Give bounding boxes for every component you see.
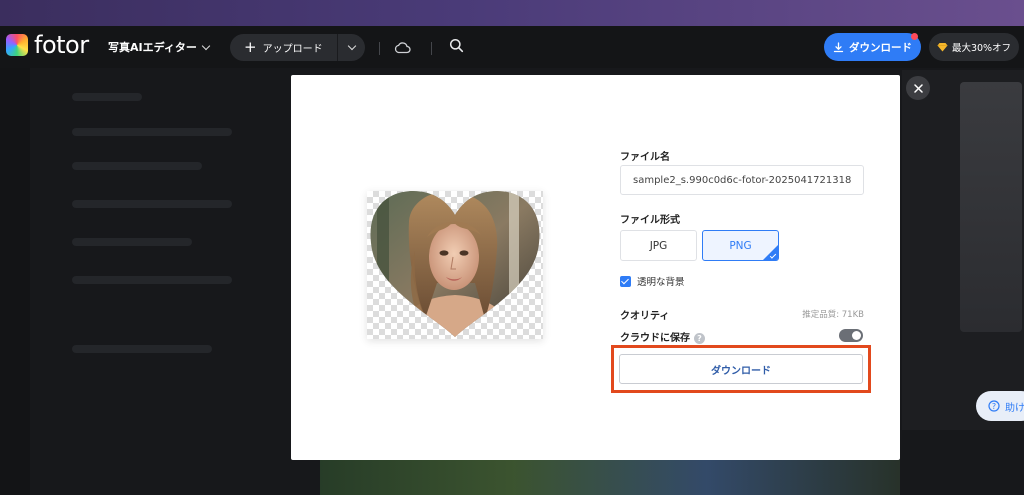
cloud-save-label: クラウドに保存 (620, 333, 690, 344)
heart-cropped-photo (370, 191, 540, 337)
header-download-label: ダウンロード (849, 41, 912, 54)
chevron-down-icon (201, 41, 211, 50)
filename-label: ファイル名 (620, 152, 670, 163)
upload-main[interactable]: + アップロード (230, 34, 338, 61)
transparent-background-option[interactable]: 透明な背景 (620, 274, 685, 288)
blurred-panel-row (72, 345, 212, 353)
format-option-png-label: PNG (729, 239, 752, 252)
download-icon (833, 41, 844, 52)
editor-sidebar (0, 68, 30, 495)
format-label: ファイル形式 (620, 215, 680, 226)
canvas-bottom-strip (320, 460, 900, 495)
header-download-button[interactable]: ダウンロード (824, 33, 921, 61)
promo-button[interactable]: 最大30%オフ (929, 33, 1019, 61)
browser-top-strip (0, 0, 1024, 26)
help-circle-icon[interactable]: ? (694, 332, 705, 344)
upload-button[interactable]: + アップロード (230, 34, 365, 61)
fotor-logo-icon (6, 34, 28, 56)
upload-label: アップロード (262, 44, 323, 55)
blurred-panel-row (72, 162, 202, 170)
toggle-knob (852, 331, 861, 340)
notification-dot (911, 33, 918, 40)
download-modal: ファイル名 ファイル形式 JPG PNG 透明な背景 クオリティ 推定品質: 7… (291, 75, 900, 460)
logo-text: fotor (34, 31, 89, 59)
help-button[interactable]: ? 助け (976, 391, 1024, 421)
format-option-jpg[interactable]: JPG (620, 230, 697, 261)
blurred-panel-row (72, 238, 192, 246)
filename-input[interactable] (620, 165, 864, 195)
cloud-save-row: クラウドに保存? (620, 329, 705, 344)
quality-estimate: 推定品質: 71KB (802, 310, 864, 320)
search-icon[interactable] (449, 38, 464, 57)
download-settings-form: ファイル名 ファイル形式 JPG PNG 透明な背景 クオリティ 推定品質: 7… (620, 75, 870, 460)
promo-label: 最大30%オフ (951, 43, 1012, 54)
close-modal-button[interactable] (906, 76, 930, 100)
app-header: fotor 写真AIエディター + アップロード ダウンロード 最大30%オフ (0, 26, 1024, 68)
chevron-down-icon (347, 41, 356, 51)
close-icon (913, 83, 923, 93)
blurred-panel-row (72, 128, 232, 136)
selected-corner-badge (762, 244, 778, 260)
fotor-logo[interactable]: fotor (6, 31, 89, 59)
image-preview (367, 191, 543, 339)
transparent-background-label: 透明な背景 (637, 277, 685, 288)
question-icon: ? (988, 400, 1000, 412)
help-label: 助け (1005, 402, 1024, 414)
blurred-panel-row (72, 93, 142, 101)
cloud-icon[interactable] (394, 39, 411, 58)
cloud-save-toggle[interactable] (839, 329, 863, 342)
editor-menu-dropdown[interactable]: 写真AIエディター (108, 39, 211, 55)
plus-icon: + (244, 38, 257, 56)
format-option-png[interactable]: PNG (702, 230, 779, 261)
header-divider (379, 42, 380, 55)
diamond-icon (937, 43, 948, 52)
transparent-background-checkbox[interactable] (620, 275, 631, 287)
quality-label: クオリティ (620, 311, 670, 322)
download-button[interactable]: ダウンロード (619, 354, 863, 384)
editor-menu-label: 写真AIエディター (108, 41, 197, 54)
upload-dropdown-toggle[interactable] (338, 41, 365, 51)
right-panel-thumbnail (960, 82, 1022, 332)
blurred-panel-row (72, 200, 232, 208)
header-divider (431, 42, 432, 55)
blurred-panel-row (72, 276, 232, 284)
svg-text:?: ? (992, 402, 996, 411)
